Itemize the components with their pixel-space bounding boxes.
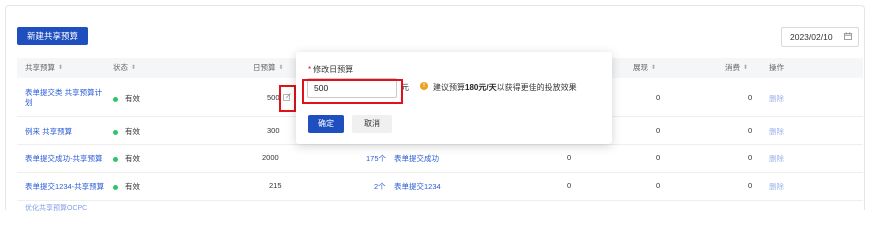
date-value: 2023/02/10 [790,32,833,42]
metric-value: 0 [567,153,572,162]
col-header-actions: 操作 [769,63,784,72]
budget-name-link[interactable]: 例来 共享预算 [25,126,72,137]
plan-name-link[interactable]: 表单提交1234 [394,181,441,192]
required-mark: * [308,65,312,74]
warning-icon: ! [420,82,428,90]
cancel-button[interactable]: 取消 [352,115,392,133]
status-dot [113,184,118,190]
highlight-box [302,79,403,104]
budget-name-link[interactable]: 优化共享预算OCPC [25,203,87,213]
status-dot [113,129,118,135]
delete-link[interactable]: 删除 [769,93,784,104]
calendar-icon [844,32,852,40]
popover-label: * 修改日预算 [308,65,354,74]
sort-icon[interactable]: ⬍ [279,58,284,78]
delete-link[interactable]: 删除 [769,126,784,137]
budget-name-link[interactable]: 表单提交类 共享预算计划 [25,88,109,108]
impressions-value: 0 [656,153,661,162]
col-header-spend[interactable]: 消费 ⬍ [725,58,748,78]
spend-value: 0 [748,126,753,135]
plan-name-link[interactable]: 表单提交成功 [394,153,439,164]
budget-suggestion: 建议预算180元/天以获得更佳的投放效果 [433,83,577,92]
impressions-value: 0 [656,93,661,102]
col-header-impressions[interactable]: 展现 ⬍ [633,58,656,78]
status-badge: 有效 [113,126,140,137]
spend-value: 0 [748,181,753,190]
sort-icon[interactable]: ⬍ [131,58,136,78]
status-badge: 有效 [113,153,140,164]
delete-link[interactable]: 删除 [769,153,784,164]
new-shared-budget-button[interactable]: 新建共享预算 [17,27,88,45]
plan-count-link[interactable]: 2个 [374,181,386,192]
sort-icon[interactable]: ⬍ [743,58,748,78]
daily-budget-value: 500 [267,93,280,102]
col-header-status[interactable]: 状态 ⬍ [113,58,136,78]
status-badge: 有效 [113,181,140,192]
impressions-value: 0 [656,126,661,135]
status-dot [113,96,118,102]
sort-icon[interactable]: ⬍ [651,58,656,78]
confirm-button[interactable]: 确定 [308,115,344,133]
budget-name-link[interactable]: 表单提交成功-共享预算 [25,153,103,164]
highlight-box [279,85,296,112]
impressions-value: 0 [656,181,661,190]
col-header-name[interactable]: 共享预算 ⬍ [25,58,63,78]
daily-budget-value: 2000 [262,153,279,162]
table-row: 表单提交成功-共享预算 有效 2000 175个 表单提交成功 0 0 0 删除 [17,144,863,173]
col-header-daily-budget[interactable]: 日预算 ⬍ [253,58,284,78]
table-row: 表单提交1234-共享预算 有效 215 2个 表单提交1234 0 0 0 删… [17,172,863,201]
spend-value: 0 [748,93,753,102]
status-badge: 有效 [113,93,140,104]
daily-budget-value: 215 [269,181,282,190]
status-dot [113,156,118,162]
budget-name-link[interactable]: 表单提交1234-共享预算 [25,181,104,192]
daily-budget-value: 300 [267,126,280,135]
metric-value: 0 [567,181,572,190]
plan-count-link[interactable]: 175个 [366,153,386,164]
date-picker[interactable]: 2023/02/10 [781,27,859,47]
sort-icon[interactable]: ⬍ [58,58,63,78]
spend-value: 0 [748,153,753,162]
delete-link[interactable]: 删除 [769,181,784,192]
